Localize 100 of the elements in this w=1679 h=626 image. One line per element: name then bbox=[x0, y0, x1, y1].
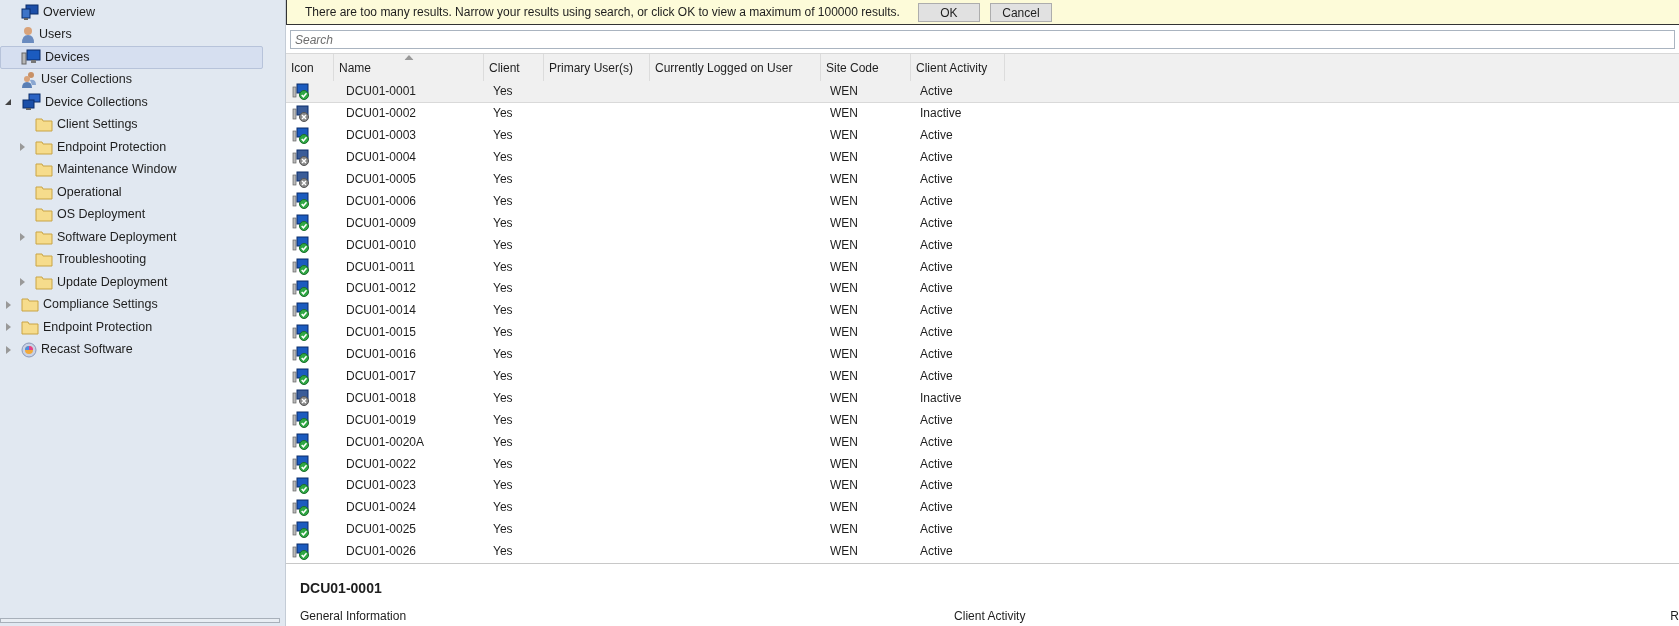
table-cell: DCU01-0001 bbox=[346, 84, 417, 99]
table-cell: Active bbox=[920, 434, 953, 449]
table-row[interactable]: DCU01-0003 Yes WEN Active bbox=[286, 124, 1679, 147]
table-cell: Yes bbox=[493, 478, 513, 493]
tree-item[interactable]: Users bbox=[0, 23, 263, 46]
table-cell: DCU01-0011 bbox=[346, 259, 416, 274]
table-row[interactable]: DCU01-0006 Yes WEN Active bbox=[286, 190, 1679, 213]
table-cell: DCU01-0014 bbox=[346, 303, 417, 318]
section-heading: R bbox=[1670, 608, 1679, 625]
table-cell: Yes bbox=[493, 522, 513, 537]
table-row[interactable]: DCU01-0011 Yes WEN Active bbox=[286, 256, 1679, 278]
section-heading: Client Activity bbox=[954, 608, 1026, 625]
table-cell: WEN bbox=[830, 412, 858, 427]
expand-arrow-icon[interactable] bbox=[5, 300, 11, 309]
table-row[interactable]: DCU01-0010 Yes WEN Active bbox=[286, 234, 1679, 257]
tree-item[interactable]: Compliance Settings bbox=[0, 293, 263, 316]
tree-item[interactable]: Software Deployment bbox=[0, 226, 263, 249]
table-row[interactable]: DCU01-0014 Yes WEN Active bbox=[286, 299, 1679, 322]
table-cell: WEN bbox=[830, 456, 858, 471]
tree-item[interactable]: Operational bbox=[0, 181, 263, 204]
sort-arrow-icon bbox=[404, 55, 413, 60]
computers-icon bbox=[21, 93, 41, 112]
table-cell: DCU01-0023 bbox=[346, 478, 417, 493]
table-row[interactable]: DCU01-0005 Yes WEN Active bbox=[286, 168, 1679, 191]
notice-button[interactable]: Cancel bbox=[989, 2, 1052, 22]
table-cell: DCU01-0019 bbox=[346, 412, 417, 427]
table-cell: Active bbox=[920, 259, 953, 274]
table-cell: DCU01-0018 bbox=[346, 390, 417, 405]
table-cell: Active bbox=[920, 84, 953, 99]
table-cell: Yes bbox=[493, 412, 513, 427]
table-cell: WEN bbox=[830, 434, 858, 449]
section-heading: General Information bbox=[300, 608, 407, 625]
folder-icon bbox=[35, 252, 53, 268]
table-cell: WEN bbox=[830, 193, 858, 208]
table-cell: Yes bbox=[493, 237, 513, 252]
table-cell: WEN bbox=[830, 172, 858, 186]
expand-arrow-icon[interactable] bbox=[5, 323, 11, 332]
table-row[interactable]: DCU01-0015 Yes WEN Active bbox=[286, 321, 1679, 344]
tree-item[interactable]: Devices bbox=[0, 46, 263, 69]
search-field[interactable]: Search bbox=[290, 30, 1675, 49]
expand-arrow-icon[interactable] bbox=[19, 278, 25, 287]
circle-logo-icon bbox=[21, 341, 37, 358]
tree-item[interactable]: Device Collections bbox=[0, 91, 263, 114]
table-row[interactable]: DCU01-0024 Yes WEN Active bbox=[286, 496, 1679, 519]
table-cell: Active bbox=[920, 172, 953, 186]
table-cell: WEN bbox=[830, 500, 858, 515]
folder-icon bbox=[35, 139, 53, 155]
table-cell: Yes bbox=[493, 281, 513, 296]
table-row[interactable]: DCU01-0017 Yes WEN Active bbox=[286, 365, 1679, 388]
table-cell: DCU01-0015 bbox=[346, 325, 417, 340]
table-row[interactable]: DCU01-0025 Yes WEN Active bbox=[286, 518, 1679, 541]
table-cell: DCU01-0016 bbox=[346, 347, 417, 362]
folder-icon bbox=[21, 297, 39, 313]
table-cell: Yes bbox=[493, 434, 513, 449]
notice-button[interactable]: OK bbox=[917, 2, 980, 22]
expand-arrow-icon[interactable] bbox=[19, 233, 25, 242]
tree-item[interactable]: Recast Software bbox=[0, 338, 263, 361]
table-cell: DCU01-0022 bbox=[346, 456, 417, 471]
table-cell: WEN bbox=[830, 478, 858, 493]
scrollbar[interactable] bbox=[0, 618, 280, 623]
table-cell: Yes bbox=[493, 390, 513, 405]
table-row[interactable]: DCU01-0002 Yes WEN Inactive bbox=[286, 102, 1679, 125]
tree-item[interactable]: Endpoint Protection bbox=[0, 316, 263, 339]
table-row[interactable]: DCU01-0001 Yes WEN Active bbox=[286, 81, 1679, 103]
table-row[interactable]: DCU01-0004 Yes WEN Active bbox=[286, 146, 1679, 169]
folder-icon bbox=[21, 319, 39, 335]
table-cell: Active bbox=[920, 456, 953, 471]
table-cell: Yes bbox=[493, 544, 513, 559]
table-cell: Yes bbox=[493, 84, 513, 99]
tree-item[interactable]: Troubleshooting bbox=[0, 248, 263, 271]
expand-arrow-icon[interactable] bbox=[5, 345, 11, 354]
table-cell: Active bbox=[920, 478, 953, 493]
table-cell: Active bbox=[920, 193, 953, 208]
table-cell: Inactive bbox=[920, 390, 962, 405]
table-row[interactable]: DCU01-0022 Yes WEN Active bbox=[286, 453, 1679, 476]
tree-item[interactable]: Maintenance Window bbox=[0, 158, 263, 181]
tree-item[interactable]: Client Settings bbox=[0, 113, 263, 136]
expand-arrow-icon[interactable] bbox=[19, 143, 25, 152]
table-cell: Active bbox=[920, 544, 953, 559]
collapse-arrow-icon[interactable] bbox=[5, 99, 11, 106]
tree-item[interactable]: User Collections bbox=[0, 68, 263, 91]
tree-item[interactable]: Overview bbox=[0, 1, 263, 24]
tree-item[interactable]: OS Deployment bbox=[0, 203, 263, 226]
table-row[interactable]: DCU01-0016 Yes WEN Active bbox=[286, 343, 1679, 366]
table-cell: DCU01-0017 bbox=[346, 369, 417, 383]
table-row[interactable]: DCU01-0012 Yes WEN Active bbox=[286, 278, 1679, 300]
table-row[interactable]: DCU01-0018 Yes WEN Inactive bbox=[286, 387, 1679, 410]
table-cell: WEN bbox=[830, 84, 858, 99]
table-cell: Yes bbox=[493, 500, 513, 515]
table-row[interactable]: DCU01-0026 Yes WEN Active bbox=[286, 540, 1679, 563]
table-row[interactable]: DCU01-0019 Yes WEN Active bbox=[286, 409, 1679, 432]
table-cell: WEN bbox=[830, 522, 858, 537]
tree-item[interactable]: Endpoint Protection bbox=[0, 136, 263, 159]
tree-item[interactable]: Update Deployment bbox=[0, 271, 263, 294]
computer-icon bbox=[21, 49, 41, 66]
table-row[interactable]: DCU01-0023 Yes WEN Active bbox=[286, 475, 1679, 497]
computer-icon bbox=[21, 4, 39, 21]
table-row[interactable]: DCU01-0009 Yes WEN Active bbox=[286, 212, 1679, 235]
table-row[interactable]: DCU01-0020A Yes WEN Active bbox=[286, 431, 1679, 454]
table-cell: Active bbox=[920, 347, 953, 362]
